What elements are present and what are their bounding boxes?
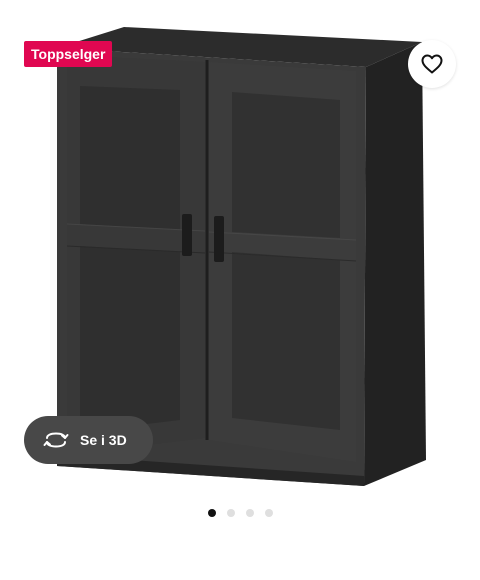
favorite-button[interactable] [408,40,456,88]
carousel-dot[interactable] [264,509,273,517]
bestseller-badge: Toppselger [24,41,113,67]
right-door-handle [214,216,224,262]
view-in-3d-label: Se i 3D [80,432,127,448]
cabinet-side-panel [364,42,426,486]
carousel-pagination [0,509,480,517]
right-door [208,62,357,462]
carousel-dot[interactable] [226,509,235,517]
heart-outline-icon [421,54,443,74]
left-door-handle [182,214,192,256]
rotate-3d-icon [43,432,69,448]
carousel-dot[interactable] [207,509,216,517]
view-in-3d-button[interactable]: Se i 3D [24,416,153,464]
product-gallery: Toppselger Se i 3D [0,0,480,580]
carousel-dot[interactable] [245,509,254,517]
